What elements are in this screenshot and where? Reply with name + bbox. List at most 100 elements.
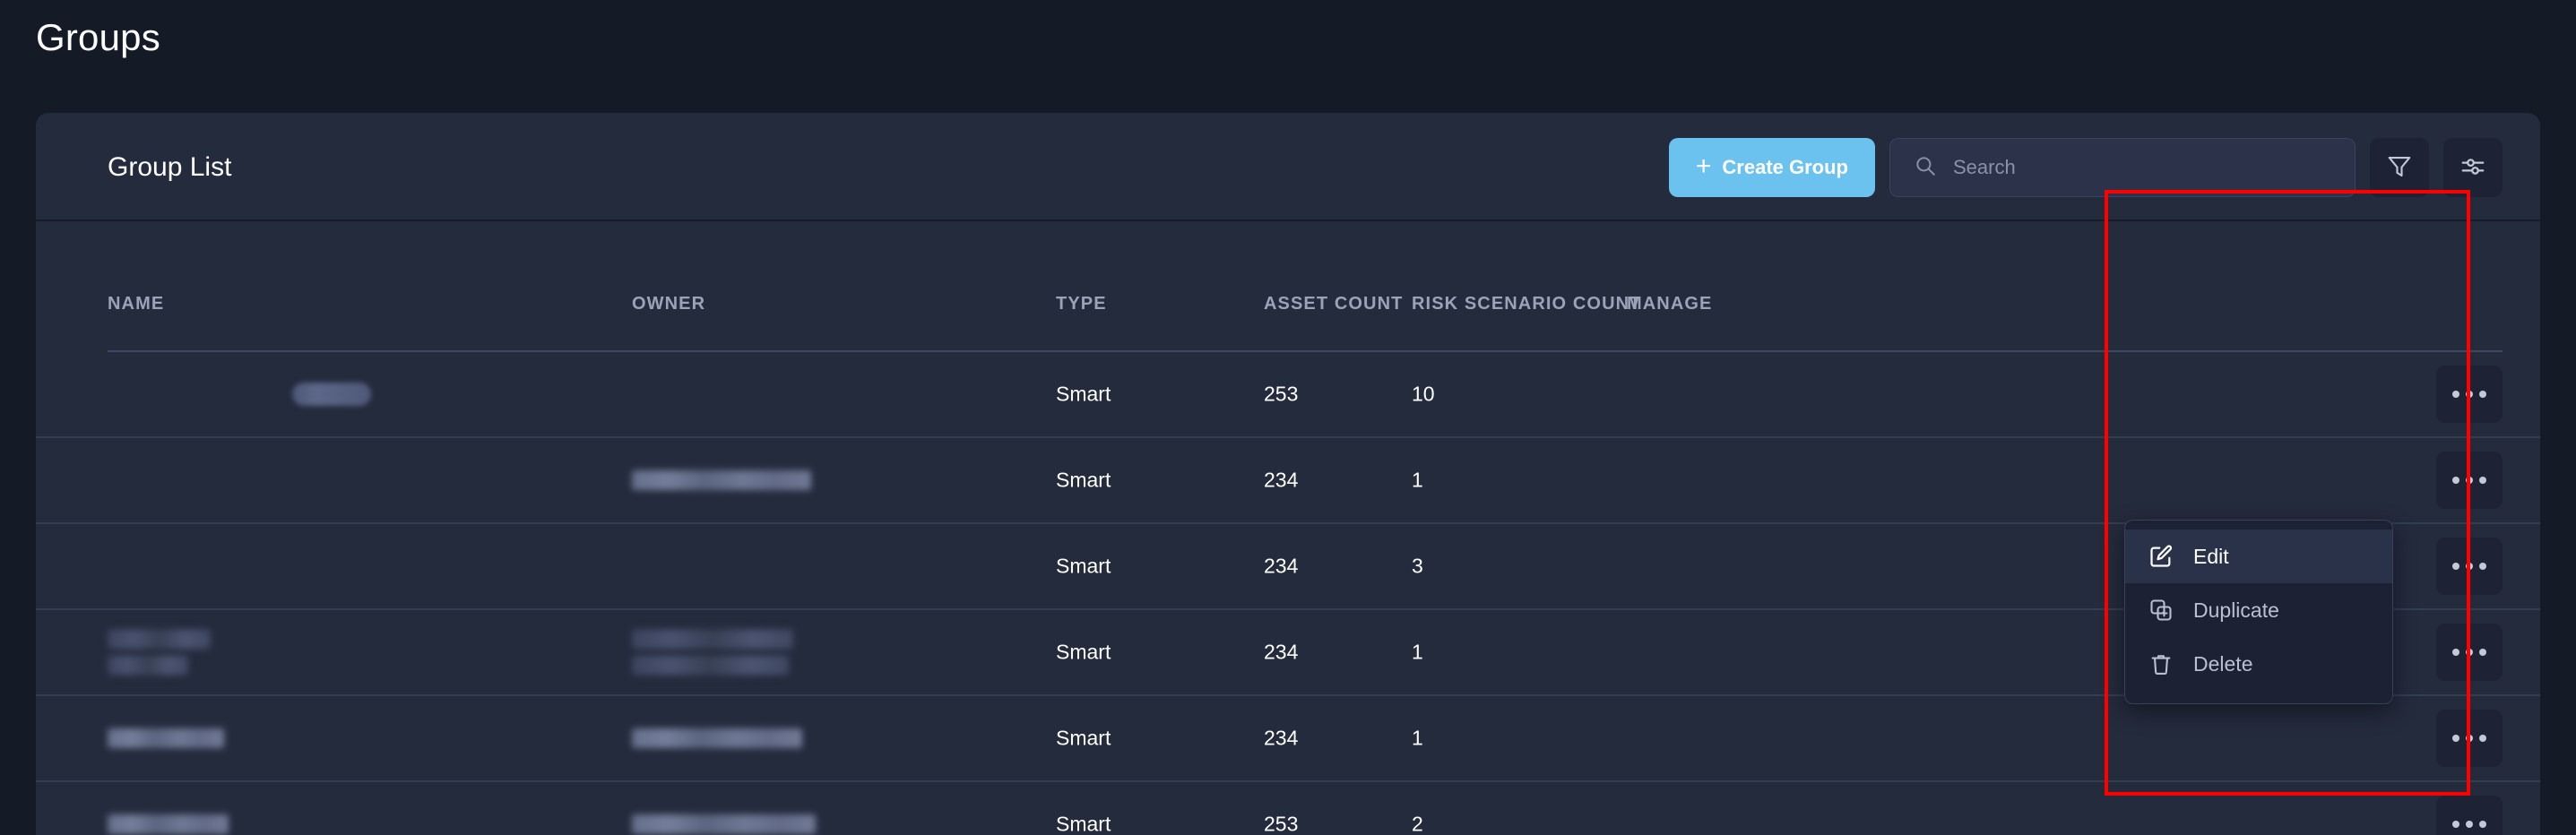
cell-risk-scenario-count: 3 — [1412, 554, 1423, 578]
redacted-name-text — [108, 470, 233, 490]
ellipsis-dot-icon — [2479, 563, 2486, 570]
cell-owner — [632, 384, 811, 404]
redacted-name-text — [108, 655, 188, 676]
ellipsis-dot-icon — [2479, 391, 2486, 398]
redacted-name-text — [108, 384, 269, 404]
cell-asset-count: 253 — [1264, 382, 1299, 406]
ellipsis-dot-icon — [2466, 821, 2473, 828]
trash-delete-icon — [2148, 651, 2174, 676]
cell-name — [108, 629, 211, 676]
create-group-button[interactable]: + Create Group — [1668, 138, 1875, 197]
cell-name — [108, 383, 371, 406]
redacted-owner-text — [632, 556, 648, 576]
context-menu-item-delete[interactable]: Delete — [2125, 637, 2392, 691]
redacted-owner-text — [632, 629, 793, 650]
context-menu-item-label: Edit — [2193, 544, 2229, 568]
ellipsis-dot-icon — [2466, 477, 2473, 484]
cell-owner — [632, 728, 802, 748]
cell-owner — [632, 629, 793, 676]
ellipsis-dot-icon — [2452, 735, 2459, 742]
cell-asset-count: 234 — [1264, 468, 1299, 492]
card-title: Group List — [108, 152, 232, 182]
create-group-label: Create Group — [1722, 156, 1848, 178]
ellipsis-dot-icon — [2466, 735, 2473, 742]
cell-type: Smart — [1056, 468, 1111, 492]
cell-asset-count: 234 — [1264, 640, 1299, 664]
context-menu-item-label: Delete — [2193, 651, 2253, 676]
column-header-name: NAME — [108, 294, 165, 314]
table-row[interactable]: Smart 234 1 — [36, 696, 2540, 782]
row-manage-menu-button[interactable] — [2436, 624, 2503, 681]
table-header-row: NAME OWNER TYPE ASSET COUNT RISK SCENARI… — [36, 221, 2540, 352]
redacted-name-badge — [292, 383, 371, 406]
cell-risk-scenario-count: 1 — [1412, 726, 1423, 750]
redacted-name-text — [108, 556, 161, 576]
cell-owner — [632, 470, 811, 490]
search-icon — [1914, 154, 1937, 182]
cell-name — [108, 470, 233, 490]
ellipsis-dot-icon — [2479, 649, 2486, 656]
redacted-owner-text — [632, 814, 816, 834]
column-header-risk-count: RISK SCENARIO COUNT — [1412, 294, 1642, 314]
column-header-manage: MANAGE — [1627, 294, 1713, 314]
settings-button[interactable] — [2443, 138, 2503, 197]
edit-pencil-icon — [2148, 544, 2174, 569]
ellipsis-dot-icon — [2466, 391, 2473, 398]
column-header-type: TYPE — [1056, 294, 1107, 314]
plus-icon: + — [1695, 151, 1712, 181]
cell-risk-scenario-count: 1 — [1412, 468, 1423, 492]
cell-type: Smart — [1056, 382, 1111, 406]
row-context-menu: Edit Duplicate Delete — [2124, 520, 2393, 704]
cell-asset-count: 234 — [1264, 554, 1299, 578]
column-header-owner: OWNER — [632, 294, 706, 314]
toolbar: + Create Group — [1668, 138, 2503, 197]
cell-name — [108, 814, 229, 834]
table-row[interactable]: Smart 253 2 — [36, 782, 2540, 835]
ellipsis-dot-icon — [2452, 477, 2459, 484]
ellipsis-dot-icon — [2452, 649, 2459, 656]
redacted-name-text — [108, 728, 224, 748]
cell-risk-scenario-count: 2 — [1412, 812, 1423, 835]
ellipsis-dot-icon — [2452, 563, 2459, 570]
row-manage-menu-button[interactable] — [2436, 710, 2503, 767]
column-header-asset-count: ASSET COUNT — [1264, 294, 1404, 314]
cell-risk-scenario-count: 10 — [1412, 382, 1435, 406]
redacted-owner-text — [632, 728, 802, 748]
context-menu-item-edit[interactable]: Edit — [2125, 529, 2392, 583]
page-title: Groups — [36, 16, 160, 58]
table-row[interactable]: Smart 234 1 — [36, 438, 2540, 524]
duplicate-copy-icon — [2148, 598, 2174, 623]
redacted-owner-text — [632, 384, 811, 404]
cell-owner — [632, 814, 816, 834]
row-manage-menu-button[interactable] — [2436, 366, 2503, 423]
row-manage-menu-button[interactable] — [2436, 452, 2503, 509]
redacted-owner-text — [632, 655, 789, 676]
table-row[interactable]: Smart 253 10 — [36, 352, 2540, 438]
search-box[interactable] — [1889, 138, 2356, 197]
cell-name — [108, 556, 161, 576]
cell-owner — [632, 556, 648, 576]
redacted-name-text — [108, 814, 229, 834]
cell-name — [108, 728, 224, 748]
search-input[interactable] — [1953, 156, 2331, 179]
sliders-settings-icon — [2459, 153, 2486, 183]
redacted-owner-text — [632, 470, 811, 490]
ellipsis-dot-icon — [2466, 563, 2473, 570]
funnel-filter-icon — [2386, 153, 2413, 183]
ellipsis-dot-icon — [2479, 477, 2486, 484]
cell-asset-count: 234 — [1264, 726, 1299, 750]
cell-type: Smart — [1056, 554, 1111, 578]
card-header: Group List + Create Group — [36, 113, 2540, 221]
filter-button[interactable] — [2370, 138, 2429, 197]
row-manage-menu-button[interactable] — [2436, 538, 2503, 595]
cell-risk-scenario-count: 1 — [1412, 640, 1423, 664]
ellipsis-dot-icon — [2452, 821, 2459, 828]
context-menu-item-duplicate[interactable]: Duplicate — [2125, 583, 2392, 637]
cell-type: Smart — [1056, 726, 1111, 750]
redacted-name-text — [108, 629, 211, 650]
cell-asset-count: 253 — [1264, 812, 1299, 835]
row-manage-menu-button[interactable] — [2436, 796, 2503, 835]
ellipsis-dot-icon — [2466, 649, 2473, 656]
ellipsis-dot-icon — [2479, 821, 2486, 828]
context-menu-item-label: Duplicate — [2193, 598, 2279, 622]
